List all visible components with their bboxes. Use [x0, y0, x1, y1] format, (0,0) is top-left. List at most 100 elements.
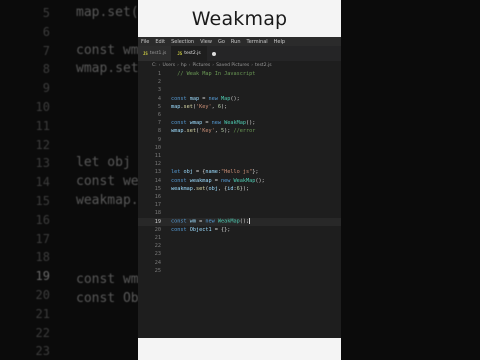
- line-number: 19: [154, 218, 161, 225]
- code-line[interactable]: 24: [138, 259, 341, 267]
- line-number: 9: [157, 136, 161, 143]
- background-line-number: 17: [35, 231, 50, 246]
- code-line[interactable]: 25: [138, 267, 341, 275]
- line-number: 25: [154, 267, 161, 274]
- code-line[interactable]: 11: [138, 152, 341, 160]
- background-line-number: 12: [35, 137, 50, 152]
- menu-help[interactable]: Help: [271, 39, 288, 45]
- background-code-text: const wea: [76, 174, 138, 189]
- background-line-number: 13: [35, 156, 50, 171]
- code-line[interactable]: 13 let obj = {name:"Hello js"};: [138, 168, 341, 176]
- background-line-number: 9: [42, 81, 50, 96]
- background-code-text: let obj: [76, 155, 131, 170]
- unsaved-dot-icon: [211, 51, 216, 56]
- code-line[interactable]: 7 const wmap = new WeakMap();: [138, 119, 341, 127]
- code-line[interactable]: 22: [138, 242, 341, 250]
- line-number: 23: [154, 251, 161, 258]
- code-line[interactable]: 2: [138, 78, 341, 86]
- background-code-text: const wm: [76, 272, 138, 287]
- line-number: 16: [154, 194, 161, 201]
- line-number: 4: [157, 95, 161, 102]
- menu-view[interactable]: View: [197, 39, 215, 45]
- code-line[interactable]: 21: [138, 234, 341, 242]
- tab-label: test1.js: [149, 51, 167, 56]
- code-line[interactable]: 1 // Weak Map In Javascript: [138, 70, 341, 78]
- menu-selection[interactable]: Selection: [168, 39, 197, 45]
- code-line[interactable]: 15 weakmap.set(obj, {id:6});: [138, 185, 341, 193]
- unsaved-indicator[interactable]: [207, 46, 221, 61]
- background-editor-left: map.set(const wm wmap.set let obj const wea…: [0, 0, 138, 360]
- code-line[interactable]: 3: [138, 86, 341, 94]
- background-line-number: 14: [35, 175, 50, 190]
- code-editor[interactable]: 1 // Weak Map In Javascript 2 3 4 const map …: [138, 70, 341, 338]
- breadcrumb-item[interactable]: Saved Pictures: [216, 63, 249, 68]
- background-line-number: 23: [35, 344, 50, 359]
- video-bottom-bar: [138, 338, 341, 360]
- menu-bar: File Edit Selection View Go Run Terminal…: [138, 37, 341, 46]
- tab-label: test2.js: [184, 51, 201, 56]
- line-number: 2: [157, 79, 161, 86]
- tab-bar: JS test1.js JS test2.js: [138, 46, 341, 61]
- code-line[interactable]: 18: [138, 209, 341, 217]
- js-file-icon: JS: [177, 51, 183, 56]
- code-text: wmap.set('Key', 5); //error: [171, 128, 256, 135]
- code-line[interactable]: 16: [138, 193, 341, 201]
- background-code-text: const Ob: [76, 291, 138, 306]
- line-number: 10: [154, 144, 161, 151]
- background-editor-right: [341, 0, 480, 360]
- code-text: const wmap = new WeakMap();: [171, 120, 256, 127]
- background-line-number: 10: [35, 100, 50, 114]
- tab-test2[interactable]: JS test2.js: [172, 46, 207, 61]
- line-number: 20: [154, 226, 161, 233]
- code-line[interactable]: 23: [138, 250, 341, 258]
- code-line[interactable]: 4 const map = new Map();: [138, 95, 341, 103]
- code-line[interactable]: 17: [138, 201, 341, 209]
- line-number: 1: [157, 71, 161, 78]
- code-line[interactable]: 5 map.set('Key', 6);: [138, 103, 341, 111]
- line-number: 17: [154, 202, 161, 209]
- code-line[interactable]: 6: [138, 111, 341, 119]
- code-line[interactable]: 20 const Object1 = {};: [138, 226, 341, 234]
- code-line[interactable]: 19 const wm = new WeakMap();: [138, 217, 341, 226]
- line-number: 15: [154, 185, 161, 192]
- code-text: // Weak Map In Javascript: [171, 71, 256, 78]
- background-line-number: 8: [42, 62, 50, 77]
- code-text: const wm = new WeakMap();: [171, 218, 251, 225]
- code-line[interactable]: 8 wmap.set('Key', 5); //error: [138, 127, 341, 135]
- code-line[interactable]: 14 const weakmap = new WeakMap();: [138, 177, 341, 185]
- background-line-number: 15: [35, 194, 50, 208]
- background-line-number: 20: [35, 288, 50, 302]
- editor-window: Weakmap File Edit Selection View Go Run …: [138, 0, 341, 360]
- code-line[interactable]: 9: [138, 136, 341, 144]
- menu-file[interactable]: File: [138, 39, 152, 45]
- breadcrumb-item[interactable]: C:: [152, 63, 157, 68]
- line-number: 8: [157, 128, 161, 135]
- tab-test1[interactable]: JS test1.js: [138, 46, 173, 61]
- background-line-number: 19: [35, 269, 50, 284]
- code-line[interactable]: 10: [138, 144, 341, 152]
- background-line-number: 7: [42, 43, 50, 58]
- background-line-number: 16: [35, 212, 50, 227]
- line-number: 3: [157, 87, 161, 94]
- line-number: 22: [154, 243, 161, 250]
- menu-run[interactable]: Run: [228, 39, 244, 45]
- background-line-number: 18: [35, 250, 50, 265]
- breadcrumb-item[interactable]: test2.js: [255, 63, 272, 68]
- line-number: 18: [154, 210, 161, 217]
- breadcrumb: C: › Users › hp › Pictures › Saved Pictures ›…: [152, 63, 272, 68]
- breadcrumb-item[interactable]: hp: [181, 63, 187, 68]
- breadcrumb-item[interactable]: Pictures: [192, 63, 210, 68]
- breadcrumb-item[interactable]: Users: [162, 63, 175, 68]
- line-number: 12: [154, 161, 161, 168]
- menu-edit[interactable]: Edit: [152, 39, 168, 45]
- code-line[interactable]: 12: [138, 160, 341, 168]
- menu-terminal[interactable]: Terminal: [244, 39, 271, 45]
- text-cursor: [249, 218, 251, 225]
- menu-go[interactable]: Go: [215, 39, 228, 45]
- background-code-text: weakmap.s: [76, 193, 138, 208]
- video-title: Weakmap: [191, 7, 288, 30]
- line-number: 21: [154, 235, 161, 242]
- line-number: 24: [154, 259, 161, 266]
- background-line-number: 11: [35, 118, 50, 133]
- background-line-number: 6: [42, 24, 50, 39]
